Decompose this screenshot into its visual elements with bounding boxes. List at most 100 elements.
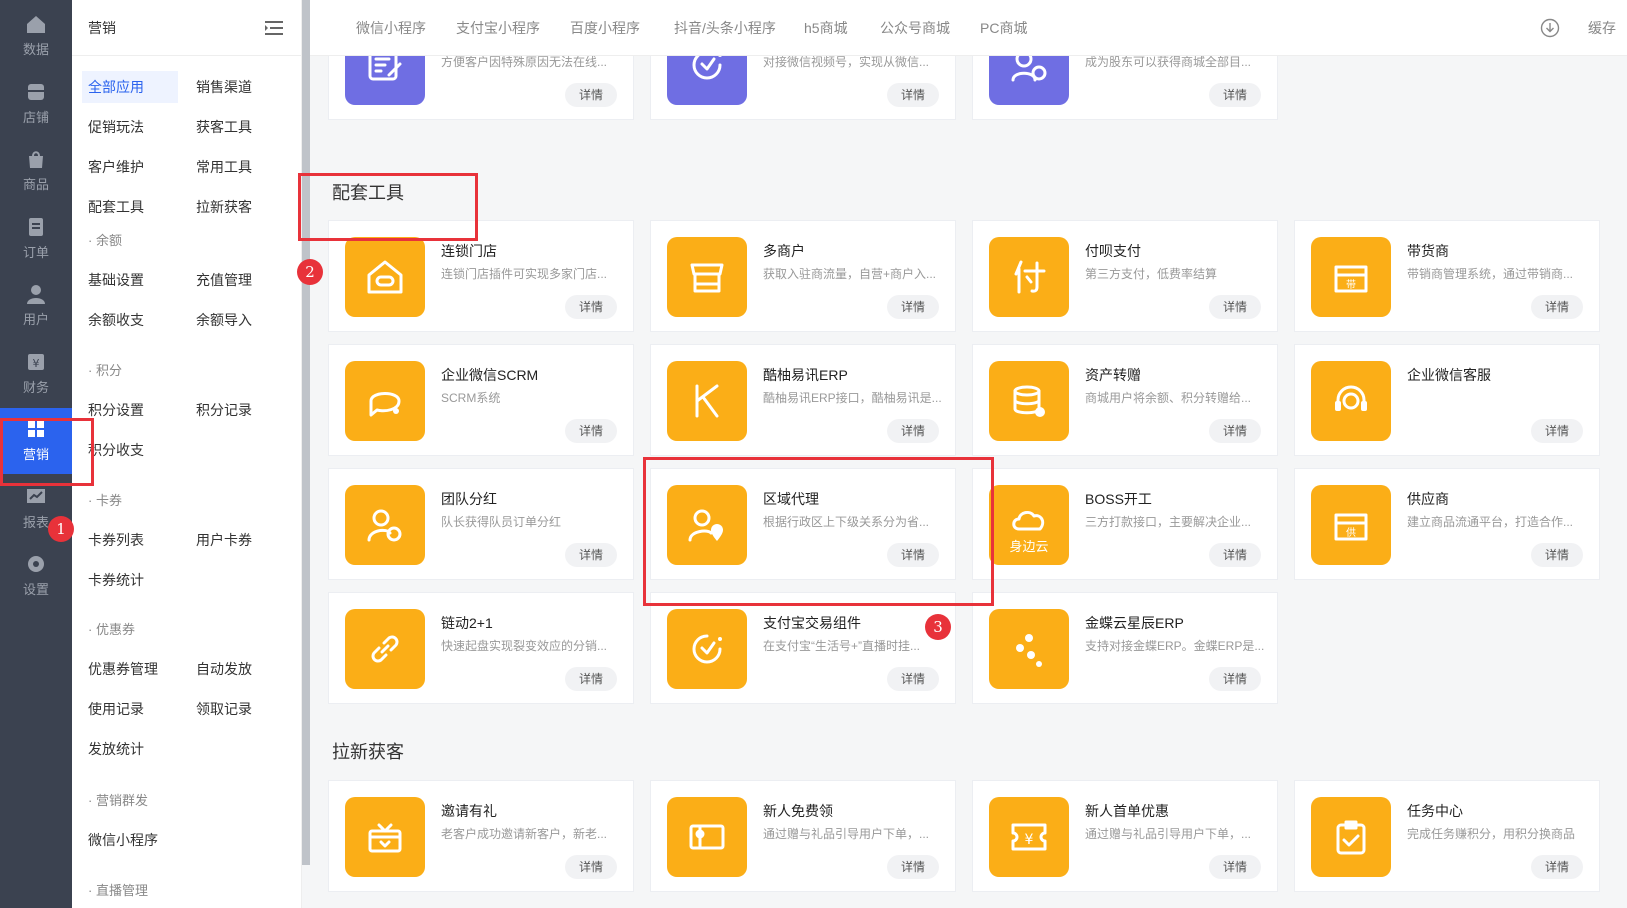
details-button[interactable]: 详情 xyxy=(1531,543,1583,567)
app-card[interactable]: 支付宝交易组件 在支付宝“生活号+”直播时挂... 详情 xyxy=(650,592,956,704)
details-button[interactable]: 详情 xyxy=(1209,667,1261,691)
details-button[interactable]: 详情 xyxy=(887,543,939,567)
submenu-link[interactable]: 充值管理 xyxy=(196,270,252,290)
app-card[interactable]: 身边云 BOSS开工 三方打款接口，主要解决企业... 详情 xyxy=(972,468,1278,580)
cache-button[interactable]: 缓存 xyxy=(1588,18,1616,38)
details-button[interactable]: 详情 xyxy=(887,667,939,691)
app-card-desc: 完成任务赚积分，用积分换商品 xyxy=(1407,827,1576,841)
submenu-link[interactable]: 积分记录 xyxy=(196,400,252,420)
submenu-link[interactable]: 基础设置 xyxy=(88,270,144,290)
nav-yen[interactable]: ¥ 财务 xyxy=(0,341,72,407)
submenu-link[interactable]: 余额导入 xyxy=(196,310,252,330)
details-button[interactable]: 详情 xyxy=(887,83,939,107)
tab-platform[interactable]: 支付宝小程序 xyxy=(456,18,540,38)
app-card[interactable]: 企业微信客服 详情 xyxy=(1294,344,1600,456)
app-card[interactable]: 金蝶云星辰ERP 支持对接金蝶ERP。金蝶ERP是... 详情 xyxy=(972,592,1278,704)
app-card[interactable]: 企业微信SCRM SCRM系统 详情 xyxy=(328,344,634,456)
submenu-link[interactable]: 卡券统计 xyxy=(88,570,144,590)
details-button[interactable]: 详情 xyxy=(565,543,617,567)
details-button[interactable]: 详情 xyxy=(565,855,617,879)
tab-platform[interactable]: 微信小程序 xyxy=(356,18,426,38)
tab-platform[interactable]: PC商城 xyxy=(980,18,1027,38)
details-button[interactable]: 详情 xyxy=(887,419,939,443)
app-card[interactable]: 对接微信视频号，实现从微信... 详情 xyxy=(650,56,956,120)
submenu-link[interactable]: 积分设置 xyxy=(88,400,144,420)
app-card[interactable]: 供 供应商 建立商品流通平台，打造合作... 详情 xyxy=(1294,468,1600,580)
submenu-link[interactable]: 促销玩法 xyxy=(88,117,144,137)
app-card[interactable]: 多商户 获取入驻商流量，自营+商户入... 详情 xyxy=(650,220,956,332)
nav-apps[interactable]: 营销 xyxy=(0,408,72,474)
details-button[interactable]: 详情 xyxy=(1209,295,1261,319)
app-card[interactable]: 邀请有礼 老客户成功邀请新客户，新老... 详情 xyxy=(328,780,634,892)
app-card-name: 团队分红 xyxy=(441,491,497,507)
submenu-link[interactable]: 全部应用 xyxy=(82,71,178,103)
app-card-icon xyxy=(667,609,747,689)
collapse-menu-icon[interactable] xyxy=(265,20,283,36)
app-card[interactable]: 付呗支付 第三方支付，低费率结算 详情 xyxy=(972,220,1278,332)
submenu-link[interactable]: 客户维护 xyxy=(88,157,144,177)
app-card[interactable]: 酷柚易讯ERP 酷柚易讯ERP接口，酷柚易讯是... 详情 xyxy=(650,344,956,456)
nav-label: 营销 xyxy=(22,447,49,462)
details-button[interactable]: 详情 xyxy=(1531,419,1583,443)
nav-bag[interactable]: 商品 xyxy=(0,138,72,204)
details-button[interactable]: 详情 xyxy=(565,83,617,107)
submenu-link[interactable]: 使用记录 xyxy=(88,699,144,719)
submenu-link[interactable]: 配套工具 xyxy=(88,197,144,217)
nav-store[interactable]: 店铺 xyxy=(0,71,72,137)
details-button[interactable]: 详情 xyxy=(1531,295,1583,319)
submenu-link[interactable]: 卡券列表 xyxy=(88,530,144,550)
tab-platform[interactable]: 抖音/头条小程序 xyxy=(674,18,776,38)
app-card[interactable]: 连锁门店 连锁门店插件可实现多家门店... 详情 xyxy=(328,220,634,332)
headset-icon xyxy=(1335,385,1367,411)
app-card[interactable]: 链动2+1 快速起盘实现裂变效应的分销... 详情 xyxy=(328,592,634,704)
submenu-link[interactable]: 优惠券管理 xyxy=(88,659,158,679)
submenu-link[interactable]: 用户卡券 xyxy=(196,530,252,550)
submenu-link[interactable]: 常用工具 xyxy=(196,157,252,177)
app-card-icon xyxy=(989,56,1069,105)
nav-home[interactable]: 数据 xyxy=(0,3,72,69)
tab-platform[interactable]: 公众号商城 xyxy=(880,18,950,38)
app-card[interactable]: 任务中心 完成任务赚积分，用积分换商品 详情 xyxy=(1294,780,1600,892)
submenu-link[interactable]: 领取记录 xyxy=(196,699,252,719)
details-button[interactable]: 详情 xyxy=(565,295,617,319)
submenu-link[interactable]: 微信小程序 xyxy=(88,830,158,850)
app-card-icon xyxy=(1311,797,1391,877)
submenu-link[interactable]: 积分收支 xyxy=(88,440,144,460)
app-card[interactable]: 资产转赠 商城用户将余额、积分转赠给... 详情 xyxy=(972,344,1278,456)
app-card[interactable]: ¥ 新人首单优惠 通过赠与礼品引导用户下单，... 详情 xyxy=(972,780,1278,892)
submenu-link[interactable]: 余额收支 xyxy=(88,310,144,330)
details-button[interactable]: 详情 xyxy=(887,295,939,319)
submenu-link[interactable]: 拉新获客 xyxy=(196,197,252,217)
details-button[interactable]: 详情 xyxy=(1209,83,1261,107)
tab-platform[interactable]: h5商城 xyxy=(804,18,848,38)
details-button[interactable]: 详情 xyxy=(887,855,939,879)
submenu-scrollbar[interactable] xyxy=(302,0,310,865)
details-button[interactable]: 详情 xyxy=(1209,419,1261,443)
app-card[interactable]: 区域代理 根据行政区上下级关系分为省... 详情 xyxy=(650,468,956,580)
details-button[interactable]: 详情 xyxy=(565,667,617,691)
submenu-link[interactable]: 销售渠道 xyxy=(196,77,252,97)
details-button[interactable]: 详情 xyxy=(1209,855,1261,879)
app-card[interactable]: 带 带货商 带销商管理系统，通过带销商... 详情 xyxy=(1294,220,1600,332)
submenu-link[interactable]: 获客工具 xyxy=(196,117,252,137)
submenu-link[interactable]: 自动发放 xyxy=(196,659,252,679)
app-card-desc: 成为股东可以获得商城全部目... xyxy=(1085,56,1252,69)
download-icon[interactable] xyxy=(1540,18,1560,38)
app-card-icon xyxy=(1311,361,1391,441)
nav-document[interactable]: 订单 xyxy=(0,206,72,272)
app-card-desc: 在支付宝“生活号+”直播时挂... xyxy=(763,639,921,653)
app-card[interactable]: 方便客户因特殊原因无法在线... 详情 xyxy=(328,56,634,120)
nav-gear[interactable]: 设置 xyxy=(0,543,72,609)
nav-user[interactable]: 用户 xyxy=(0,273,72,339)
app-card[interactable]: 成为股东可以获得商城全部目... 详情 xyxy=(972,56,1278,120)
app-card[interactable]: 团队分红 队长获得队员订单分红 详情 xyxy=(328,468,634,580)
team-bonus-icon xyxy=(367,509,402,542)
submenu-link[interactable]: 发放统计 xyxy=(88,739,144,759)
details-button[interactable]: 详情 xyxy=(1531,855,1583,879)
chart-icon xyxy=(27,488,45,503)
details-button[interactable]: 详情 xyxy=(1209,543,1261,567)
app-card-icon xyxy=(989,237,1069,317)
details-button[interactable]: 详情 xyxy=(565,419,617,443)
app-card[interactable]: 新人免费领 通过赠与礼品引导用户下单，... 详情 xyxy=(650,780,956,892)
tab-platform[interactable]: 百度小程序 xyxy=(570,18,640,38)
